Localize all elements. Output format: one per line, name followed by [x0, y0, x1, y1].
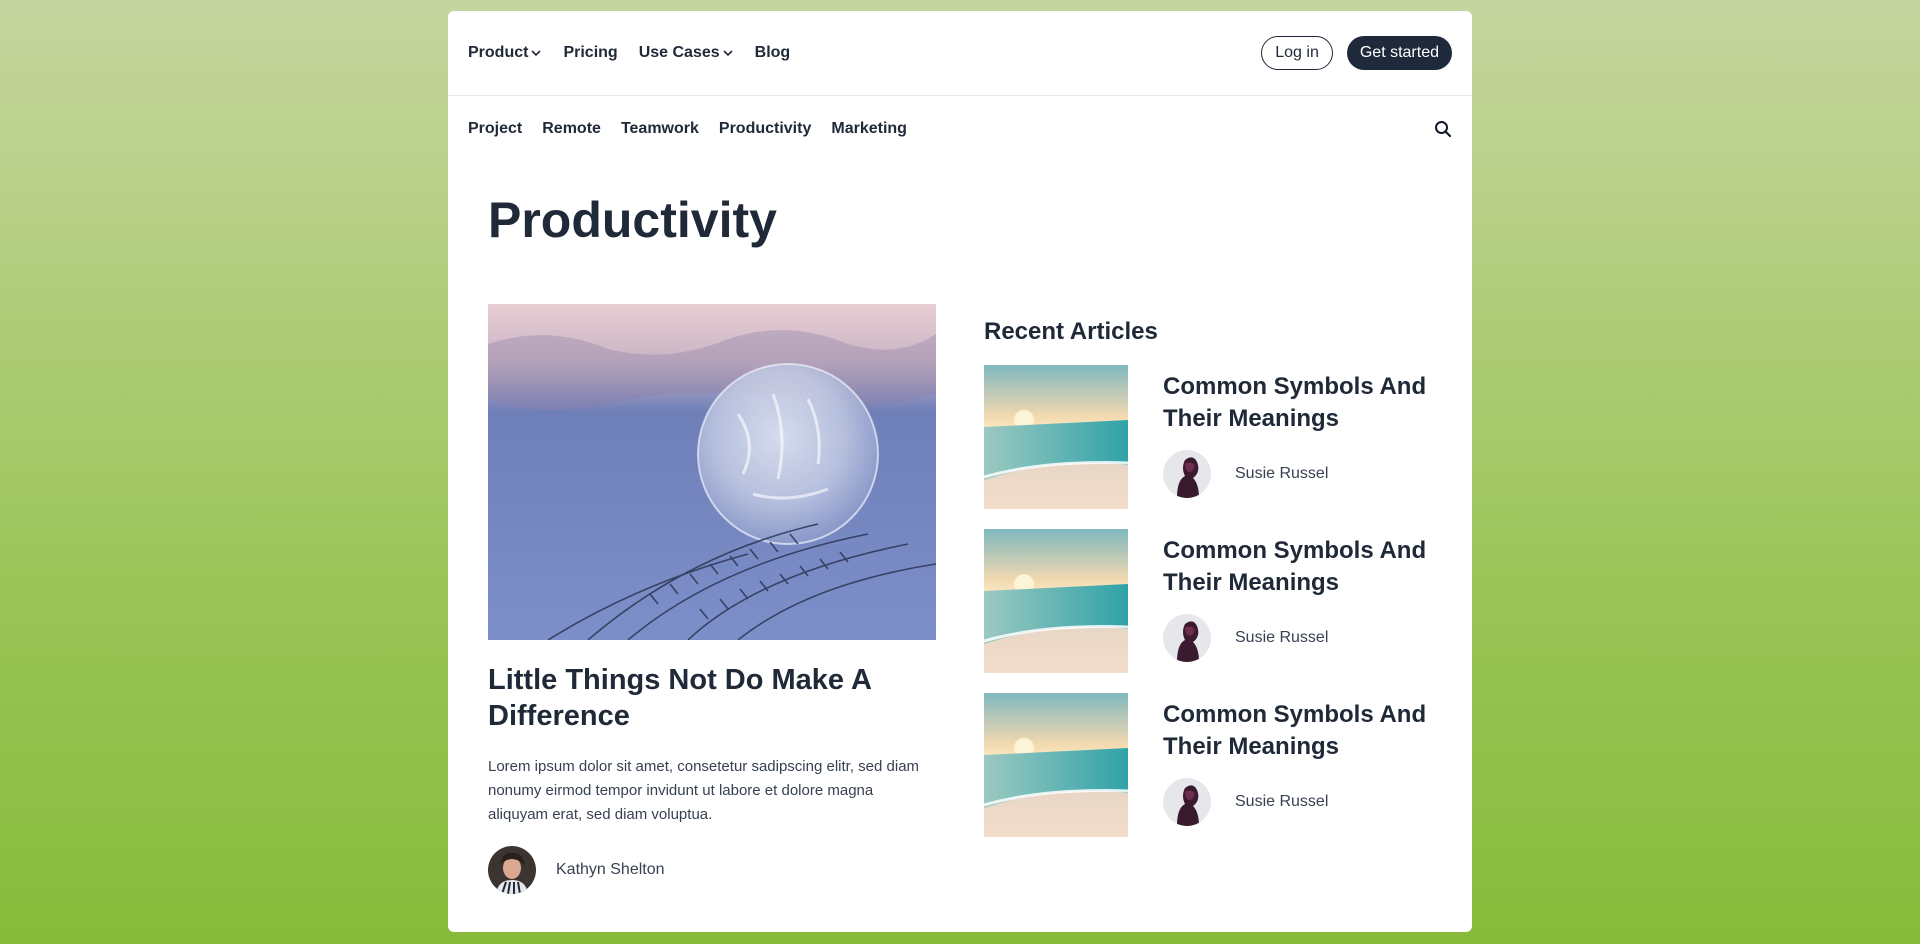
list-item[interactable]: Common Symbols And Their Meanings Susie …: [984, 365, 1432, 509]
article-body: Common Symbols And Their Meanings Susie …: [1163, 529, 1432, 673]
avatar: [1163, 614, 1211, 662]
article-title[interactable]: Common Symbols And Their Meanings: [1163, 699, 1432, 763]
featured-article[interactable]: Little Things Not Do Make A Difference L…: [488, 304, 936, 894]
category-productivity[interactable]: Productivity: [719, 120, 811, 138]
login-button[interactable]: Log in: [1261, 36, 1333, 70]
category-project[interactable]: Project: [468, 120, 522, 138]
nav-product[interactable]: Product: [468, 44, 542, 62]
featured-title[interactable]: Little Things Not Do Make A Difference: [488, 662, 936, 735]
list-item[interactable]: Common Symbols And Their Meanings Susie …: [984, 529, 1432, 673]
avatar: [1163, 778, 1211, 826]
author-name[interactable]: Susie Russel: [1235, 793, 1328, 811]
article-author: Susie Russel: [1163, 778, 1432, 826]
page-card: Product Pricing Use Cases Blog Log in Ge…: [448, 11, 1472, 932]
author-name[interactable]: Susie Russel: [1235, 629, 1328, 647]
auth-actions: Log in Get started: [1261, 36, 1452, 70]
avatar: [1163, 450, 1211, 498]
list-item[interactable]: Common Symbols And Their Meanings Susie …: [984, 693, 1432, 837]
recent-articles-heading: Recent Articles: [984, 318, 1158, 345]
nav-pricing-label: Pricing: [563, 44, 618, 61]
category-marketing[interactable]: Marketing: [831, 120, 907, 138]
author-name[interactable]: Susie Russel: [1235, 465, 1328, 483]
article-body: Common Symbols And Their Meanings Susie …: [1163, 693, 1432, 837]
nav-product-label: Product: [468, 44, 529, 61]
article-author: Susie Russel: [1163, 614, 1432, 662]
search-icon[interactable]: [1434, 120, 1452, 138]
article-author: Susie Russel: [1163, 450, 1432, 498]
nav-pricing[interactable]: Pricing: [563, 44, 617, 62]
recent-articles: Recent Articles Common Symbols And Their…: [984, 304, 1432, 837]
featured-excerpt: Lorem ipsum dolor sit amet, consetetur s…: [488, 757, 920, 823]
recent-articles-list: Common Symbols And Their Meanings Susie …: [984, 365, 1432, 837]
article-thumbnail[interactable]: [984, 529, 1128, 673]
article-thumbnail[interactable]: [984, 693, 1128, 837]
author-name[interactable]: Kathyn Shelton: [556, 861, 665, 879]
article-title[interactable]: Common Symbols And Their Meanings: [1163, 535, 1432, 599]
chevron-down-icon: [723, 50, 733, 57]
article-thumbnail[interactable]: [984, 365, 1128, 509]
main-menu: Product Pricing Use Cases Blog: [468, 44, 790, 62]
category-teamwork[interactable]: Teamwork: [621, 120, 699, 138]
article-body: Common Symbols And Their Meanings Susie …: [1163, 365, 1432, 509]
nav-blog[interactable]: Blog: [755, 44, 791, 62]
featured-image[interactable]: [488, 304, 936, 640]
nav-use-cases[interactable]: Use Cases: [639, 44, 734, 62]
get-started-button[interactable]: Get started: [1346, 36, 1452, 70]
nav-use-cases-label: Use Cases: [638, 44, 720, 61]
category-list: Project Remote Teamwork Productivity Mar…: [468, 120, 907, 138]
avatar: [488, 845, 536, 894]
category-remote[interactable]: Remote: [542, 120, 601, 138]
category-navigation: Project Remote Teamwork Productivity Mar…: [448, 96, 1472, 161]
page-title: Productivity: [488, 192, 777, 248]
nav-blog-label: Blog: [754, 44, 791, 61]
featured-author: Kathyn Shelton: [488, 845, 936, 894]
article-title[interactable]: Common Symbols And Their Meanings: [1163, 371, 1432, 435]
top-navigation: Product Pricing Use Cases Blog Log in Ge…: [448, 11, 1472, 96]
chevron-down-icon: [531, 50, 542, 57]
